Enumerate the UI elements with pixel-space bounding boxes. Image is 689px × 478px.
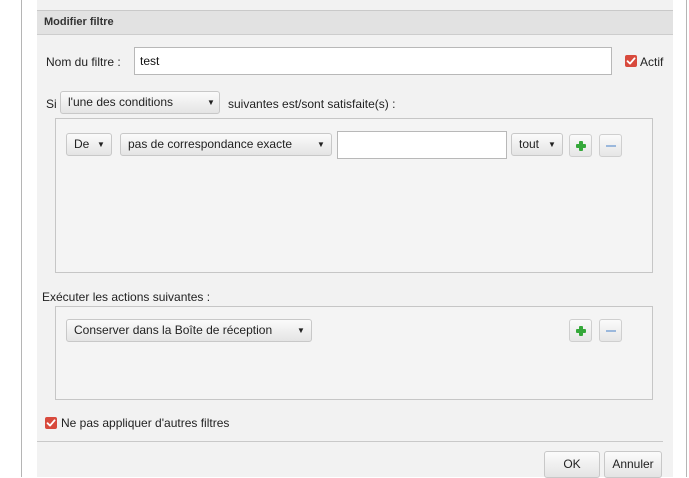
cancel-button[interactable]: Annuler [604,451,662,478]
footer-separator [37,441,663,442]
add-condition-button[interactable] [569,134,592,157]
minus-icon [606,330,616,332]
condition-operator-dropdown[interactable]: pas de correspondance exacte ▼ [120,133,332,156]
actions-heading: Exécuter les actions suivantes : [42,290,211,304]
conditions-prefix: Si [46,97,57,111]
active-checkbox[interactable] [625,55,637,67]
left-border [21,0,22,477]
ok-button[interactable]: OK [544,451,600,478]
condition-scope-dropdown[interactable]: tout ▼ [511,133,563,156]
chevron-down-icon: ▼ [97,140,105,149]
remove-condition-button[interactable] [599,134,622,157]
chevron-down-icon: ▼ [297,326,305,335]
condition-value-input[interactable] [337,131,507,159]
right-border [686,0,687,477]
action-dropdown[interactable]: Conserver dans la Boîte de réception ▼ [66,319,312,342]
add-action-button[interactable] [569,319,592,342]
condition-field-value: De [74,137,90,151]
chevron-down-icon: ▼ [548,140,556,149]
conditions-suffix: suivantes est/sont satisfaite(s) : [228,97,396,111]
stop-processing-checkbox[interactable] [45,417,57,429]
condition-field-dropdown[interactable]: De ▼ [66,133,112,156]
filter-name-label: Nom du filtre : [46,55,121,69]
stop-processing-label: Ne pas appliquer d'autres filtres [61,416,230,430]
dialog-title: Modifier filtre [44,16,114,28]
condition-operator-value: pas de correspondance exacte [128,137,293,151]
dialog-titlebar: Modifier filtre [37,10,673,35]
condition-mode-dropdown[interactable]: l'une des conditions ▼ [60,91,220,114]
condition-mode-value: l'une des conditions [68,95,174,109]
condition-scope-value: tout [519,137,540,151]
chevron-down-icon: ▼ [317,140,325,149]
active-label: Actif [640,55,664,69]
chevron-down-icon: ▼ [207,98,215,107]
action-value: Conserver dans la Boîte de réception [74,323,273,337]
minus-icon [606,145,616,147]
remove-action-button[interactable] [599,319,622,342]
filter-name-input[interactable] [134,47,612,75]
